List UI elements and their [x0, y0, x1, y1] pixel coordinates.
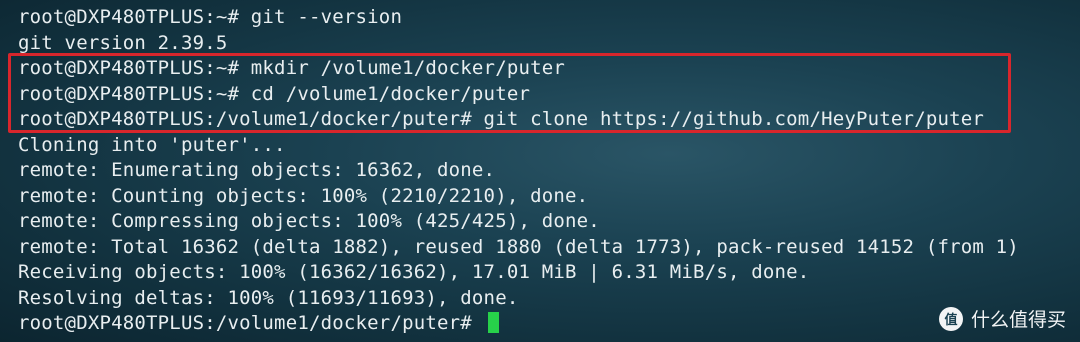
terminal-line: root@DXP480TPLUS:~# git --version	[18, 6, 403, 28]
terminal-line: remote: Enumerating objects: 16362, done…	[18, 159, 496, 181]
terminal-output: root@DXP480TPLUS:~# git --version git ve…	[18, 5, 1070, 337]
watermark-logo-icon: 值	[938, 306, 963, 331]
watermark-text: 什么值得买	[970, 309, 1066, 331]
terminal-line: remote: Compressing objects: 100% (425/4…	[18, 210, 600, 232]
terminal-line: Resolving deltas: 100% (11693/11693), do…	[18, 286, 519, 309]
terminal-line: git version 2.39.5	[18, 31, 228, 54]
terminal-prompt-line[interactable]: root@DXP480TPLUS:/volume1/docker/puter#	[18, 311, 1070, 337]
terminal-line: root@DXP480TPLUS:~# cd /volume1/docker/p…	[18, 82, 531, 105]
terminal-line: root@DXP480TPLUS:~# mkdir /volume1/docke…	[18, 57, 566, 79]
terminal-prompt: root@DXP480TPLUS:/volume1/docker/puter#	[18, 312, 484, 334]
watermark: 值 什么值得买	[938, 305, 1066, 332]
terminal-line: root@DXP480TPLUS:/volume1/docker/puter# …	[18, 108, 985, 130]
terminal-line: Cloning into 'puter'...	[18, 133, 286, 156]
terminal-line: remote: Counting objects: 100% (2210/221…	[18, 184, 589, 207]
terminal-cursor	[487, 312, 499, 333]
terminal-line: remote: Total 16362 (delta 1882), reused…	[18, 235, 1019, 258]
terminal-line: Receiving objects: 100% (16362/16362), 1…	[18, 261, 810, 283]
terminal-window[interactable]: root@DXP480TPLUS:~# git --version git ve…	[0, 0, 1080, 342]
